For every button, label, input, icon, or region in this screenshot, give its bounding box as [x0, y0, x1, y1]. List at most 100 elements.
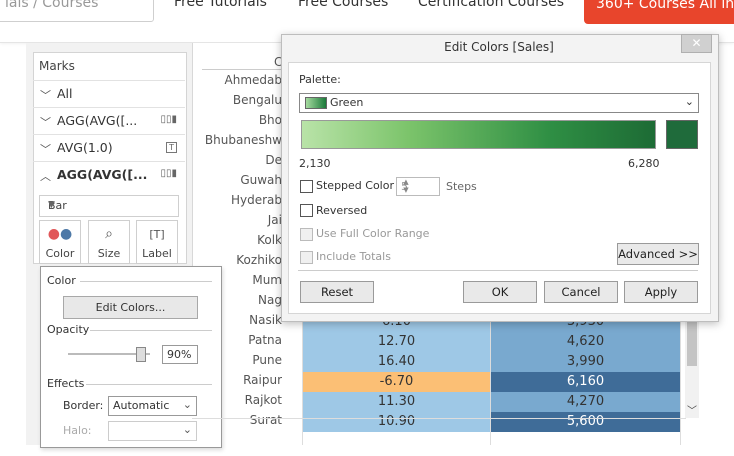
cancel-button[interactable]: Cancel [544, 281, 618, 303]
label-button-label: Label [142, 247, 172, 260]
apply-button[interactable]: Apply [624, 281, 698, 303]
row-label-city: Kozhiko [236, 253, 282, 267]
palette-swatch [305, 97, 327, 109]
marks-row-all[interactable]: ﹀ All [33, 80, 185, 107]
row-label-city: Hyderab [230, 193, 282, 207]
advanced-button[interactable]: Advanced >> [617, 243, 699, 265]
row-label-city: Raipur [243, 373, 282, 387]
steps-stepper: 5 ▲ ▼ [396, 177, 440, 196]
grid-line [490, 315, 491, 445]
marks-row-label: All [57, 86, 73, 101]
stepped-color-label: Stepped Color [316, 179, 394, 192]
stepper-arrows-icon: ▲ ▼ [403, 178, 409, 194]
scrollbar-thumb[interactable] [687, 320, 697, 366]
row-label-city: Patna [248, 333, 282, 347]
marks-row-avg[interactable]: ﹀ AVG(1.0) T [33, 134, 185, 161]
row-label-city: Mum [252, 273, 282, 287]
row-label-city: Bhubaneshw [204, 133, 282, 147]
range-max-label: 6,280 [628, 157, 660, 170]
table-cell-sales[interactable]: 3,990 [491, 352, 680, 372]
table-bottom-border [192, 418, 686, 419]
row-label-city: Bengalu [232, 93, 282, 107]
row-label-city: Rajkot [244, 393, 282, 407]
mark-type-select[interactable]: Bar ▼ [39, 195, 179, 217]
text-icon: T [166, 142, 177, 153]
marks-row-label: AGG(AVG([... [57, 167, 148, 182]
table-cell-sales[interactable]: 4,270 [491, 392, 680, 412]
palette-select[interactable]: Green ⌄ [299, 93, 699, 113]
reversed-label: Reversed [316, 204, 368, 217]
marks-row-label: AVG(1.0) [57, 140, 113, 155]
opacity-section-title: Opacity [47, 323, 90, 336]
use-full-range-label: Use Full Color Range [316, 227, 430, 240]
grid-line [302, 315, 303, 445]
chevron-up-icon: ︿ [40, 170, 51, 183]
opacity-slider-thumb[interactable] [136, 347, 146, 362]
row-header-divider [202, 69, 292, 70]
scroll-down-icon[interactable]: ﹀ [687, 402, 697, 417]
marks-row-label: AGG(AVG([... [57, 113, 138, 128]
end-color-swatch[interactable] [666, 120, 698, 149]
table-cell-profit[interactable]: 16.40 [303, 352, 490, 372]
range-min-label: 2,130 [299, 157, 331, 170]
nav-link-certification-courses[interactable]: Certification Courses [418, 0, 564, 10]
row-label-city: Ahmedab [224, 73, 282, 87]
chevron-down-icon: ▼ [48, 200, 55, 210]
border-value: Automatic [113, 399, 170, 412]
label-icon: [T] [149, 228, 165, 241]
grid-line [680, 315, 681, 445]
marks-row-agg-2[interactable]: ︿ AGG(AVG([... ▯▯▮ [33, 161, 185, 188]
palette-value: Green [330, 96, 364, 109]
color-gradient-bar[interactable] [301, 120, 656, 149]
chevron-down-icon: ﹀ [40, 89, 51, 102]
edit-colors-button[interactable]: Edit Colors... [63, 296, 198, 319]
table-cell-profit[interactable]: 10.90 [303, 412, 490, 432]
include-totals-label: Include Totals [316, 250, 391, 263]
search-placeholder: ials / Courses [5, 0, 99, 11]
steps-label: Steps [446, 180, 477, 193]
table-cell-sales[interactable]: 5,600 [491, 412, 680, 432]
color-button[interactable]: ●● Color [39, 220, 81, 264]
row-label-city: Kolk [257, 233, 282, 247]
search-input[interactable]: ials / Courses [0, 0, 154, 22]
size-icon: ⌕ [105, 226, 113, 242]
ok-button[interactable]: OK [463, 281, 537, 303]
row-label-city: Bho [258, 113, 282, 127]
reversed-checkbox[interactable] [300, 204, 313, 217]
bar-icon: ▯▯▮ [160, 168, 177, 179]
reset-button[interactable]: Reset [300, 281, 374, 303]
marks-row-agg-1[interactable]: ﹀ AGG(AVG([... ▯▯▮ [33, 107, 185, 134]
section-divider [90, 330, 212, 331]
size-button[interactable]: ⌕ Size [88, 220, 130, 264]
row-label-city: Jai [267, 213, 282, 227]
dialog-divider [298, 270, 698, 271]
stepped-color-checkbox[interactable] [300, 180, 313, 193]
table-cell-sales[interactable]: 4,620 [491, 332, 680, 352]
table-cell-profit[interactable]: 11.30 [303, 392, 490, 412]
close-icon[interactable]: ✕ [681, 34, 712, 53]
border-select[interactable]: Automatic ⌄ [108, 396, 197, 416]
palette-label: Palette: [299, 73, 341, 86]
halo-label: Halo: [63, 424, 92, 437]
include-totals-checkbox [300, 251, 313, 264]
row-label-city: Nag [258, 293, 282, 307]
color-section-title: Color [47, 274, 76, 287]
cta-label: 360+ Courses All in O [596, 0, 734, 12]
row-label-city: Guwah [240, 173, 282, 187]
marks-title: Marks [39, 59, 75, 73]
table-cell-profit[interactable]: 12.70 [303, 332, 490, 352]
nav-link-free-courses[interactable]: Free Courses [298, 0, 388, 10]
nav-link-free-tutorials[interactable]: Free Tutorials [174, 0, 267, 10]
table-cell-sales[interactable]: 6,160 [491, 372, 680, 392]
border-label: Border: [63, 399, 104, 412]
label-button[interactable]: [T] Label [136, 220, 178, 264]
effects-section-title: Effects [47, 377, 85, 390]
use-full-range-checkbox [300, 228, 313, 241]
chevron-down-icon: ﹀ [40, 143, 51, 156]
size-button-label: Size [97, 247, 121, 260]
color-button-label: Color [45, 247, 75, 260]
chevron-down-icon: ⌄ [684, 95, 694, 108]
table-cell-profit[interactable]: -6.70 [303, 372, 490, 392]
courses-cta-button[interactable]: 360+ Courses All in O [584, 0, 734, 24]
chevron-down-icon: ﹀ [40, 116, 51, 129]
